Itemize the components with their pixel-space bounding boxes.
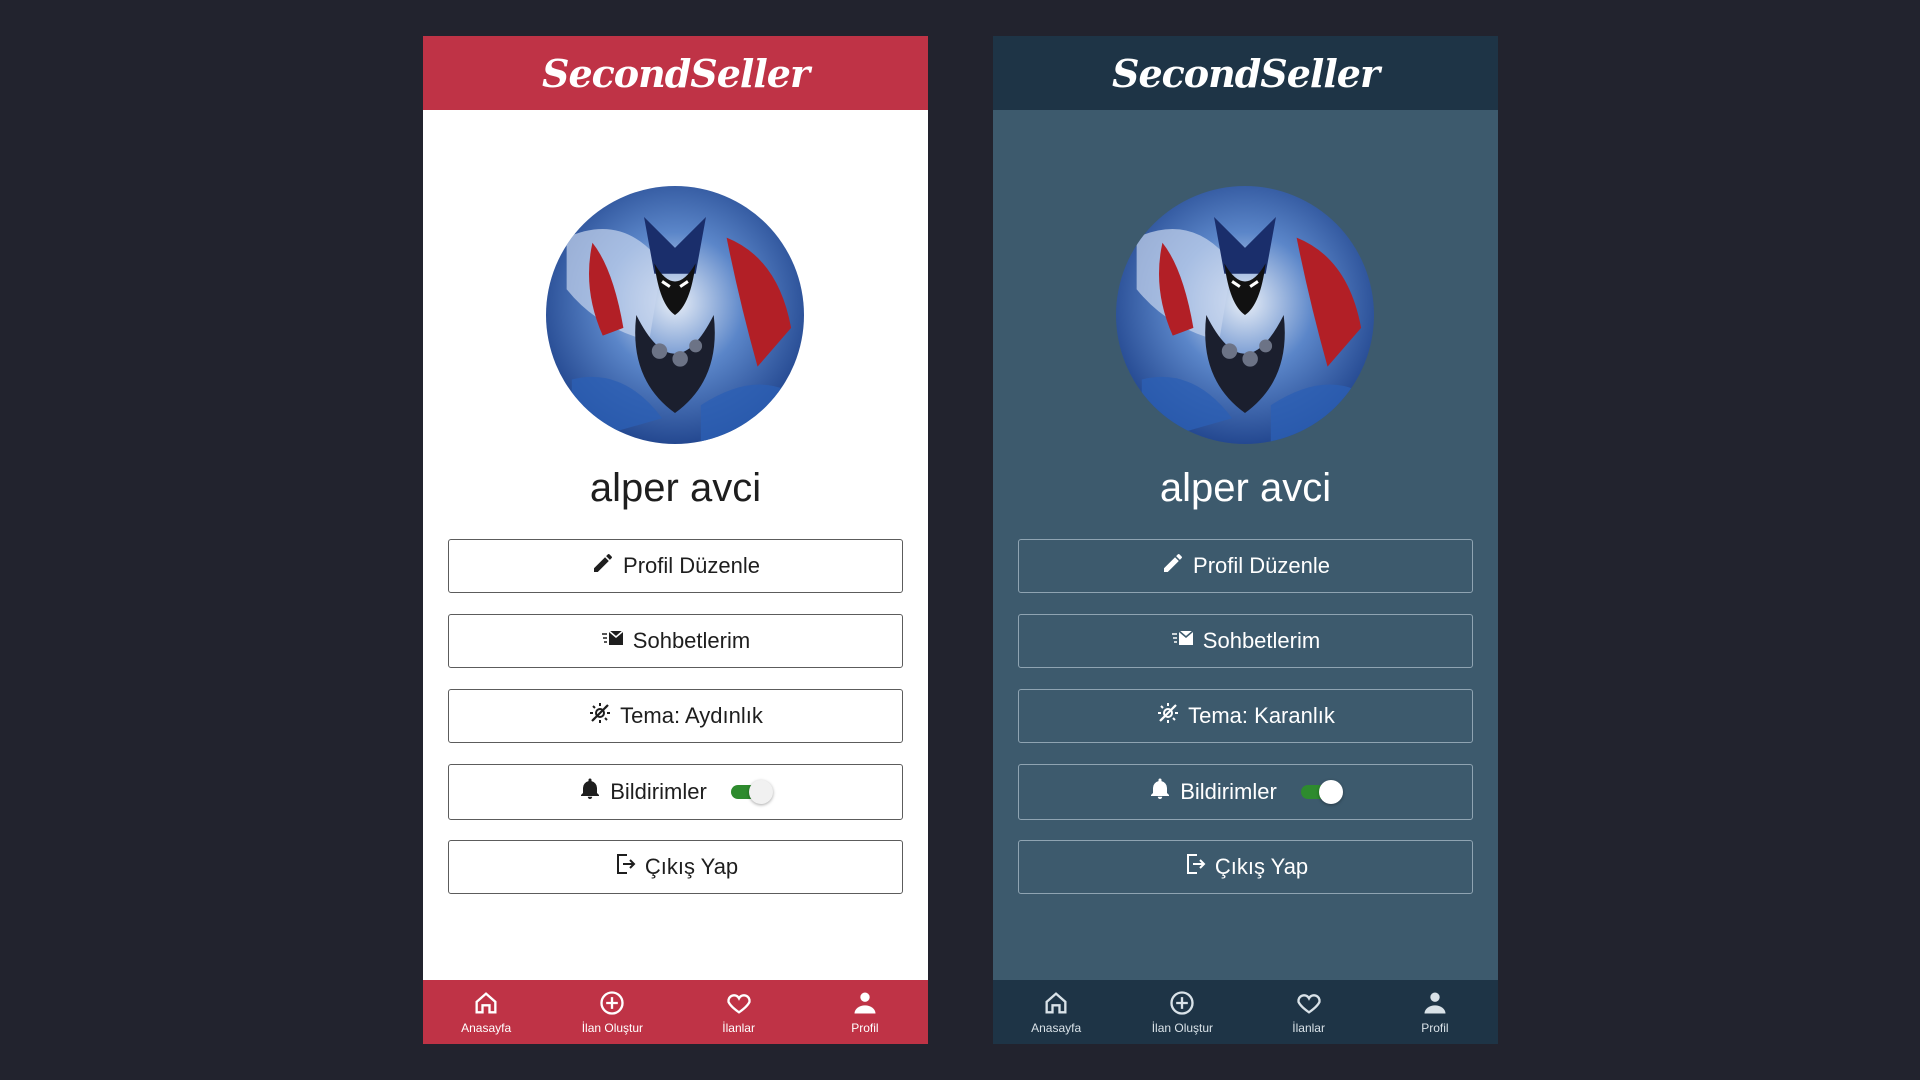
bell-icon <box>1148 777 1172 807</box>
chats-button[interactable]: Sohbetlerim <box>1018 614 1473 668</box>
nav-tab-home[interactable]: Anasayfa <box>423 989 549 1035</box>
nav-tab-label: İlanlar <box>1292 1021 1325 1035</box>
edit-profile-label: Profil Düzenle <box>1193 553 1330 578</box>
bottom-navigation: Anasayfa İlan Oluştur İlanlar Profil <box>423 980 928 1044</box>
theme-label: Tema: Aydınlık <box>620 703 763 728</box>
pencil-icon <box>591 551 615 581</box>
chats-label: Sohbetlerim <box>632 628 751 653</box>
nav-tab-home[interactable]: Anasayfa <box>993 989 1119 1035</box>
person-icon <box>854 992 876 1014</box>
username: alper avci <box>1159 466 1332 510</box>
nav-tab-label: İlan Oluştur <box>581 1021 644 1035</box>
fast-mail-icon <box>1171 626 1195 656</box>
notifications-label: Bildirimler <box>1180 779 1277 804</box>
logout-button[interactable]: Çıkış Yap <box>1018 840 1473 894</box>
nav-tab-create-listing[interactable]: İlan Oluştur <box>1119 989 1245 1035</box>
logout-icon <box>613 852 637 882</box>
nav-tab-label: Anasayfa <box>461 1021 512 1035</box>
edit-profile-label: Profil Düzenle <box>623 553 760 578</box>
logout-icon <box>1183 852 1207 882</box>
app-header: SecondSeller <box>423 36 928 110</box>
pencil-icon <box>1161 551 1185 581</box>
bottom-navigation: Anasayfa İlan Oluştur İlanlar Profil <box>993 980 1498 1044</box>
avatar[interactable] <box>1116 186 1374 444</box>
avatar[interactable] <box>546 186 804 444</box>
phone-screen-light: SecondSeller alper avci Profil Düzenle S… <box>423 36 928 1044</box>
bell-icon <box>578 777 602 807</box>
theme-icon <box>588 701 612 731</box>
nav-tab-listings[interactable]: İlanlar <box>1246 989 1372 1035</box>
nav-tab-label: İlan Oluştur <box>1151 1021 1214 1035</box>
nav-tab-listings[interactable]: İlanlar <box>676 989 802 1035</box>
theme-button[interactable]: Tema: Karanlık <box>1018 689 1473 743</box>
home-icon <box>1045 992 1067 1014</box>
logout-label: Çıkış Yap <box>1214 854 1309 879</box>
nav-tab-create-listing[interactable]: İlan Oluştur <box>549 989 675 1035</box>
nav-tab-label: İlanlar <box>722 1021 755 1035</box>
home-icon <box>475 992 497 1014</box>
notifications-toggle[interactable] <box>1300 780 1343 804</box>
app-brand-title: SecondSeller <box>542 50 810 96</box>
chats-button[interactable]: Sohbetlerim <box>448 614 903 668</box>
nav-tab-label: Anasayfa <box>1031 1021 1082 1035</box>
theme-label: Tema: Karanlık <box>1188 703 1335 728</box>
theme-icon <box>1156 701 1180 731</box>
nav-tab-label: Profil <box>1421 1021 1449 1035</box>
app-brand-title: SecondSeller <box>1112 50 1380 96</box>
notifications-toggle[interactable] <box>730 780 773 804</box>
username: alper avci <box>589 466 762 510</box>
fast-mail-icon <box>601 626 625 656</box>
add-circle-icon <box>600 991 625 1015</box>
theme-button[interactable]: Tema: Aydınlık <box>448 689 903 743</box>
nav-tab-profile[interactable]: Profil <box>802 989 928 1035</box>
chats-label: Sohbetlerim <box>1202 628 1321 653</box>
notifications-row: Bildirimler <box>1018 764 1473 820</box>
heart-icon <box>1296 994 1321 1014</box>
phone-screen-dark: SecondSeller alper avci Profil Düzenle S… <box>993 36 1498 1044</box>
edit-profile-button[interactable]: Profil Düzenle <box>1018 539 1473 593</box>
nav-tab-profile[interactable]: Profil <box>1372 989 1498 1035</box>
logout-label: Çıkış Yap <box>644 854 739 879</box>
notifications-row: Bildirimler <box>448 764 903 820</box>
notifications-label: Bildirimler <box>610 779 707 804</box>
nav-tab-label: Profil <box>851 1021 879 1035</box>
add-circle-icon <box>1170 991 1195 1015</box>
person-icon <box>1424 992 1446 1014</box>
logout-button[interactable]: Çıkış Yap <box>448 840 903 894</box>
heart-icon <box>726 994 751 1014</box>
edit-profile-button[interactable]: Profil Düzenle <box>448 539 903 593</box>
app-header: SecondSeller <box>993 36 1498 110</box>
